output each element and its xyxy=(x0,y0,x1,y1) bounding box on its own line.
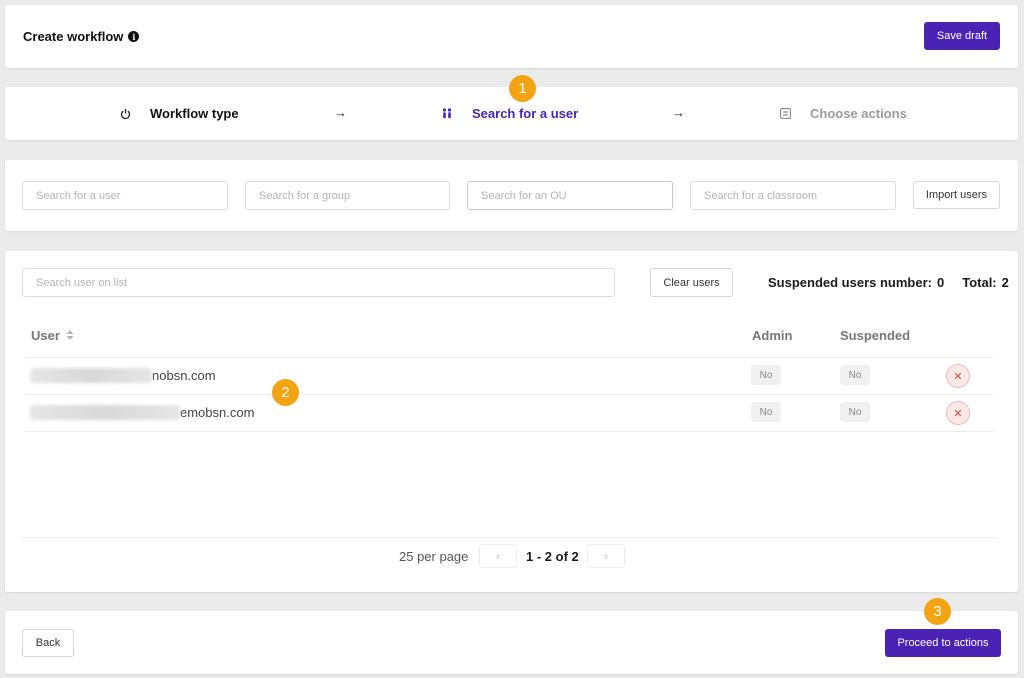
chevron-left-icon: ‹ xyxy=(496,549,500,563)
step-search-user[interactable]: Search for a user xyxy=(440,106,578,121)
step-choose-actions[interactable]: Choose actions xyxy=(778,106,907,121)
close-icon: ✕ xyxy=(953,370,963,383)
checklist-icon xyxy=(778,107,792,121)
header-card: Create workflow i Save draft xyxy=(5,5,1018,68)
search-user-on-list-input[interactable]: Search user on list xyxy=(22,268,615,297)
search-filters-card: Search for a user Search for a group Sea… xyxy=(5,160,1018,231)
column-user[interactable]: User xyxy=(31,328,74,343)
user-counts: Suspended users number: 0 Total: 2 xyxy=(768,275,1009,290)
email-suffix: nobsn.com xyxy=(152,368,216,383)
step-workflow-type[interactable]: Workflow type xyxy=(118,106,239,121)
import-users-button[interactable]: Import users xyxy=(913,181,1000,209)
column-suspended: Suspended xyxy=(840,328,911,343)
info-icon[interactable]: i xyxy=(128,31,140,42)
arrow-right-icon: → xyxy=(672,105,685,120)
total-value: 2 xyxy=(1001,275,1009,290)
footer-card: Back Proceed to actions xyxy=(5,611,1018,674)
prev-page-button[interactable]: ‹ xyxy=(479,544,517,568)
per-page-select[interactable]: 25 per page xyxy=(399,549,468,564)
proceed-to-actions-button[interactable]: Proceed to actions xyxy=(885,629,1001,657)
back-button[interactable]: Back xyxy=(22,629,74,657)
suspended-count-label: Suspended users number: xyxy=(768,275,932,290)
users-icon xyxy=(440,107,454,121)
search-classroom-input[interactable]: Search for a classroom xyxy=(690,181,896,210)
power-icon xyxy=(118,107,132,121)
callout-badge-3: 3 xyxy=(924,598,951,625)
suspended-count-value: 0 xyxy=(936,275,945,290)
page-range: 1 - 2 of 2 xyxy=(526,549,579,564)
remove-user-button[interactable]: ✕ xyxy=(946,401,970,425)
column-user-label: User xyxy=(31,328,60,343)
page-title-text: Create workflow xyxy=(23,29,124,44)
close-icon: ✕ xyxy=(953,407,963,420)
table-row-email: emobsn.com xyxy=(30,405,254,420)
row-divider xyxy=(25,357,993,358)
callout-badge-1: 1 xyxy=(509,75,536,102)
redacted-email-blur xyxy=(30,368,152,383)
remove-user-button[interactable]: ✕ xyxy=(946,364,970,388)
search-user-input[interactable]: Search for a user xyxy=(22,181,228,210)
save-draft-button[interactable]: Save draft xyxy=(924,22,1000,50)
search-group-input[interactable]: Search for a group xyxy=(245,181,450,210)
row-divider xyxy=(25,394,993,395)
step-label: Choose actions xyxy=(810,106,907,121)
email-suffix: emobsn.com xyxy=(180,405,255,420)
next-page-button[interactable]: › xyxy=(587,544,625,568)
total-label: Total: xyxy=(962,275,997,290)
admin-value: No xyxy=(751,365,781,385)
row-divider xyxy=(25,431,993,432)
admin-value: No xyxy=(751,402,781,422)
suspended-value: No xyxy=(840,365,870,385)
search-ou-input[interactable]: Search for an OU xyxy=(467,181,673,210)
column-admin: Admin xyxy=(752,328,793,343)
clear-users-button[interactable]: Clear users xyxy=(650,268,733,297)
user-list-card: Search user on list Clear users Suspende… xyxy=(5,251,1018,592)
chevron-right-icon: › xyxy=(604,549,608,563)
suspended-value: No xyxy=(840,402,870,422)
redacted-email-blur xyxy=(30,405,180,420)
page-title: Create workflow i xyxy=(23,29,140,44)
sort-icon[interactable] xyxy=(66,328,74,343)
callout-badge-2: 2 xyxy=(272,379,299,406)
arrow-right-icon: → xyxy=(334,105,347,120)
step-label: Search for a user xyxy=(472,106,579,121)
pagination-divider xyxy=(22,537,997,538)
step-label: Workflow type xyxy=(150,106,239,121)
table-row-email: nobsn.com xyxy=(30,368,216,383)
